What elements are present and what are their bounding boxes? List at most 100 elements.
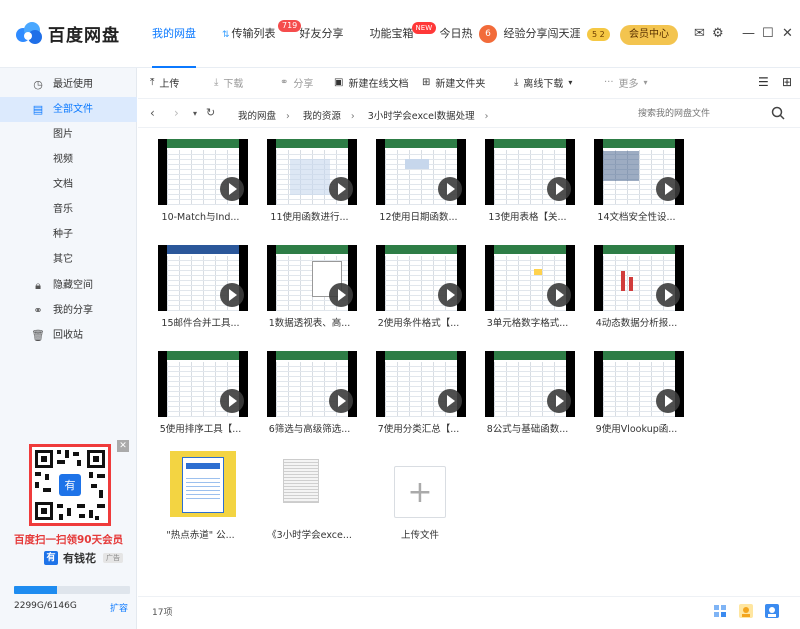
expand-storage-link[interactable]: 扩容 — [110, 601, 128, 614]
new-folder-button[interactable]: ⊞ 新建文件夹 — [422, 75, 485, 90]
maximize-icon[interactable]: ☐ — [762, 26, 774, 41]
sidebar-item-all-files[interactable]: ▤ 全部文件 — [0, 97, 137, 122]
breadcrumb-item-my-drive[interactable]: 我的网盘 — [238, 111, 276, 122]
sidebar-item-videos[interactable]: 视频 — [0, 147, 137, 172]
title-bar: 百度网盘 我的网盘 ⇅ 传输列表 719 好友分享 功能宝箱 NEW 今日热 6 … — [0, 0, 800, 68]
sidebar-item-recent[interactable]: ◷ 最近使用 — [0, 72, 137, 97]
file-name: 15邮件合并工具... — [161, 318, 240, 329]
share-icon: ⚭ — [280, 77, 289, 88]
trash-icon: 🗑︎ — [31, 328, 45, 342]
tab-today-hot[interactable]: 今日热 6 经验分享闯天涯 5 2 — [440, 0, 610, 68]
offline-download-icon: ⤓ — [514, 77, 519, 88]
vip-center-button[interactable]: 会员中心 — [620, 25, 678, 45]
sidebar-item-torrents[interactable]: 种子 — [0, 222, 137, 247]
forward-icon[interactable]: › — [174, 106, 179, 120]
video-thumbnail — [158, 139, 248, 205]
history-dropdown-icon[interactable]: ▾ — [193, 109, 197, 118]
file-name: 12使用日期函数... — [379, 212, 458, 223]
toolbar: ⤒ 上传 ⤓ 下载 ⚭ 分享 ▣ 新建在线文档 ⊞ 新建文件夹 ⤓ 离线下载 ▾ ··· 更多 ▾… — [138, 68, 800, 98]
file-name: 2使用条件格式【... — [377, 318, 460, 329]
play-icon — [438, 177, 462, 201]
video-thumbnail — [594, 139, 684, 205]
back-icon[interactable]: ‹ — [150, 106, 155, 120]
sort-icon[interactable]: ☰ — [758, 75, 769, 89]
transfer-icon: ⇅ — [222, 30, 230, 40]
close-icon[interactable]: ✕ — [782, 26, 793, 41]
breadcrumb-item-current-folder[interactable]: 3小时学会excel数据处理 — [368, 111, 475, 122]
new-online-doc-button[interactable]: ▣ 新建在线文档 — [334, 75, 408, 90]
help-icon[interactable] — [764, 603, 780, 619]
tab-friend-share[interactable]: 好友分享 — [300, 0, 344, 68]
sidebar-item-my-share[interactable]: ⚭ 我的分享 — [0, 298, 137, 323]
storage-progress-bar — [14, 586, 130, 594]
promo-qr-code: 有 — [29, 444, 111, 526]
sidebar-item-music[interactable]: 音乐 — [0, 197, 137, 222]
file-name: 8公式与基础函数... — [486, 424, 569, 435]
lock-icon: 🔒︎ — [35, 278, 41, 292]
activity-icon[interactable] — [738, 603, 754, 619]
promo-caption: 百度扫一扫领90天会员 — [14, 534, 124, 546]
video-thumbnail — [485, 351, 575, 417]
file-icon: ▤ — [32, 102, 44, 116]
tab-toolbox[interactable]: 功能宝箱 NEW — [370, 0, 437, 68]
grid-view-icon[interactable]: ⊞ — [782, 75, 792, 89]
doc-icon: ▣ — [334, 77, 344, 88]
download-icon: ⤓ — [214, 77, 219, 88]
file-name: 14文档安全性设... — [597, 212, 676, 223]
video-thumbnail — [594, 245, 684, 311]
search-input[interactable] — [636, 103, 790, 125]
search-icon[interactable] — [770, 105, 786, 121]
play-icon — [329, 177, 353, 201]
chevron-down-icon: ▾ — [643, 78, 648, 87]
refresh-icon[interactable]: ↻ — [206, 106, 215, 119]
sidebar-item-documents[interactable]: 文档 — [0, 172, 137, 197]
video-thumbnail — [267, 139, 357, 205]
close-promo-icon[interactable]: ✕ — [117, 440, 129, 452]
play-icon — [547, 177, 571, 201]
play-icon — [656, 283, 680, 307]
more-icon: ··· — [604, 77, 614, 88]
more-button[interactable]: ··· 更多 ▾ — [604, 75, 648, 90]
breadcrumb-item-my-resources[interactable]: 我的资源 — [303, 111, 341, 122]
settings-icon[interactable]: ⚙ — [712, 26, 724, 41]
file-grid: 10-Match与Ind... 11使用函数进行... 12使用日期函数... … — [138, 129, 800, 595]
file-name: 9使用Vlookup函... — [595, 424, 678, 435]
play-icon — [220, 177, 244, 201]
video-thumbnail — [376, 245, 466, 311]
file-name: 13使用表格【关... — [488, 212, 567, 223]
brand-logo-icon: 有 — [44, 551, 58, 565]
plus-icon[interactable]: + — [394, 466, 446, 518]
document-thumbnail — [283, 459, 319, 503]
sidebar-item-recycle-bin[interactable]: 🗑︎ 回收站 — [0, 323, 137, 348]
file-name: "热点赤道" 公... — [166, 530, 235, 541]
tab-my-drive[interactable]: 我的网盘 — [152, 0, 196, 68]
play-icon — [329, 389, 353, 413]
file-name: 10-Match与Ind... — [161, 212, 240, 223]
tab-transfer-list[interactable]: ⇅ 传输列表 719 — [222, 0, 302, 68]
sync-icon[interactable] — [712, 603, 728, 619]
offline-download-button[interactable]: ⤓ 离线下载 ▾ — [514, 75, 572, 90]
sidebar-item-hidden-space[interactable]: 🔒︎ 隐藏空间 — [0, 273, 137, 298]
video-thumbnail — [376, 139, 466, 205]
app-name: 百度网盘 — [48, 25, 120, 46]
play-icon — [438, 283, 462, 307]
share-icon: ⚭ — [33, 303, 43, 317]
minimize-icon[interactable]: — — [742, 26, 755, 41]
ad-label: 广告 — [103, 553, 123, 563]
file-name: 7使用分类汇总【... — [377, 424, 460, 435]
sidebar-item-other[interactable]: 其它 — [0, 247, 137, 272]
play-icon — [438, 389, 462, 413]
share-button[interactable]: ⚭ 分享 — [280, 75, 313, 90]
file-name: 《3小时学会exce... — [267, 530, 352, 541]
level-badge: 5 2 — [587, 27, 610, 41]
app-logo: 百度网盘 — [16, 20, 120, 46]
upload-button[interactable]: ⤒ 上传 — [150, 75, 179, 90]
video-thumbnail — [267, 351, 357, 417]
mail-icon[interactable]: ✉ — [694, 26, 705, 41]
top-nav: 我的网盘 ⇅ 传输列表 719 好友分享 功能宝箱 NEW 今日热 6 经验分享闯… — [152, 0, 610, 68]
file-name: 3单元格数字格式... — [486, 318, 569, 329]
download-button[interactable]: ⤓ 下载 — [214, 75, 243, 90]
storage-progress-fill — [14, 586, 58, 594]
file-name: 5使用排序工具【... — [159, 424, 242, 435]
sidebar-item-images[interactable]: 图片 — [0, 122, 137, 147]
